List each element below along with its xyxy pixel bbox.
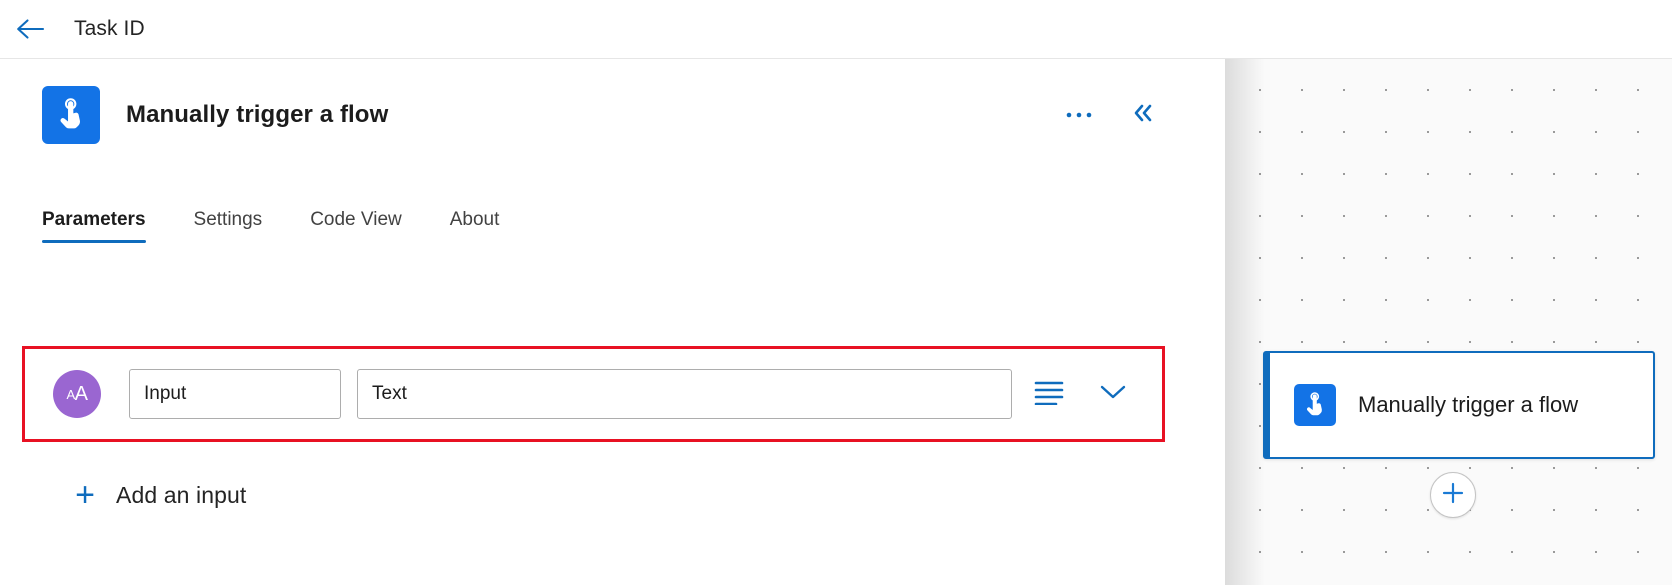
list-icon[interactable] <box>1026 379 1072 410</box>
details-panel: Manually trigger a flow Parameters Setti… <box>0 59 1225 585</box>
panel-header: Manually trigger a flow <box>0 77 1225 153</box>
input-name-value: Input <box>144 383 187 404</box>
input-type-field[interactable]: Text <box>357 369 1012 419</box>
manual-trigger-icon <box>42 86 100 144</box>
add-input-label: Add an input <box>116 481 247 508</box>
input-name-field[interactable]: Input <box>129 369 341 419</box>
flow-node-title: Manually trigger a flow <box>1358 391 1579 417</box>
plus-circle-icon <box>1441 481 1465 510</box>
chevron-down-icon[interactable] <box>1090 382 1136 407</box>
back-button[interactable] <box>8 7 52 51</box>
ellipsis-icon <box>1066 106 1092 124</box>
tab-parameters[interactable]: Parameters <box>42 209 170 243</box>
tab-code-view[interactable]: Code View <box>286 209 426 243</box>
page-title: Task ID <box>74 17 145 40</box>
flow-node-manual-trigger[interactable]: Manually trigger a flow <box>1263 351 1655 459</box>
double-chevron-left-icon <box>1130 102 1156 129</box>
flow-canvas[interactable]: Manually trigger a flow <box>1225 59 1672 585</box>
tab-parameters-label: Parameters <box>42 209 146 230</box>
add-node-button[interactable] <box>1430 472 1476 518</box>
app-root: Task ID Manually trigger a flow Paramete… <box>0 0 1672 585</box>
add-input-button[interactable]: + Add an input <box>70 473 246 517</box>
text-type-icon-large-letter: A <box>74 382 88 405</box>
parameter-row: AA Input Text <box>25 349 1162 439</box>
parameter-row-actions <box>1026 379 1136 410</box>
canvas-edge-shadow <box>1225 59 1265 585</box>
input-type-value: Text <box>372 383 407 404</box>
parameter-row-highlight: AA Input Text <box>22 346 1165 442</box>
tab-about[interactable]: About <box>426 209 524 243</box>
tab-about-label: About <box>449 209 500 230</box>
top-bar: Task ID <box>0 0 1672 59</box>
collapse-panel-button[interactable] <box>1125 97 1161 133</box>
tab-bar: Parameters Settings Code View About <box>0 201 1225 243</box>
text-type-icon-small-letter: A <box>66 386 75 402</box>
more-options-button[interactable] <box>1061 97 1097 133</box>
text-type-icon: AA <box>53 370 101 418</box>
panel-title: Manually trigger a flow <box>126 101 389 128</box>
tab-code-view-label: Code View <box>310 209 402 230</box>
arrow-left-icon <box>15 17 45 41</box>
tab-settings[interactable]: Settings <box>170 209 287 243</box>
manual-trigger-icon <box>1294 384 1336 426</box>
tab-settings-label: Settings <box>193 209 263 230</box>
plus-icon: + <box>75 476 95 514</box>
